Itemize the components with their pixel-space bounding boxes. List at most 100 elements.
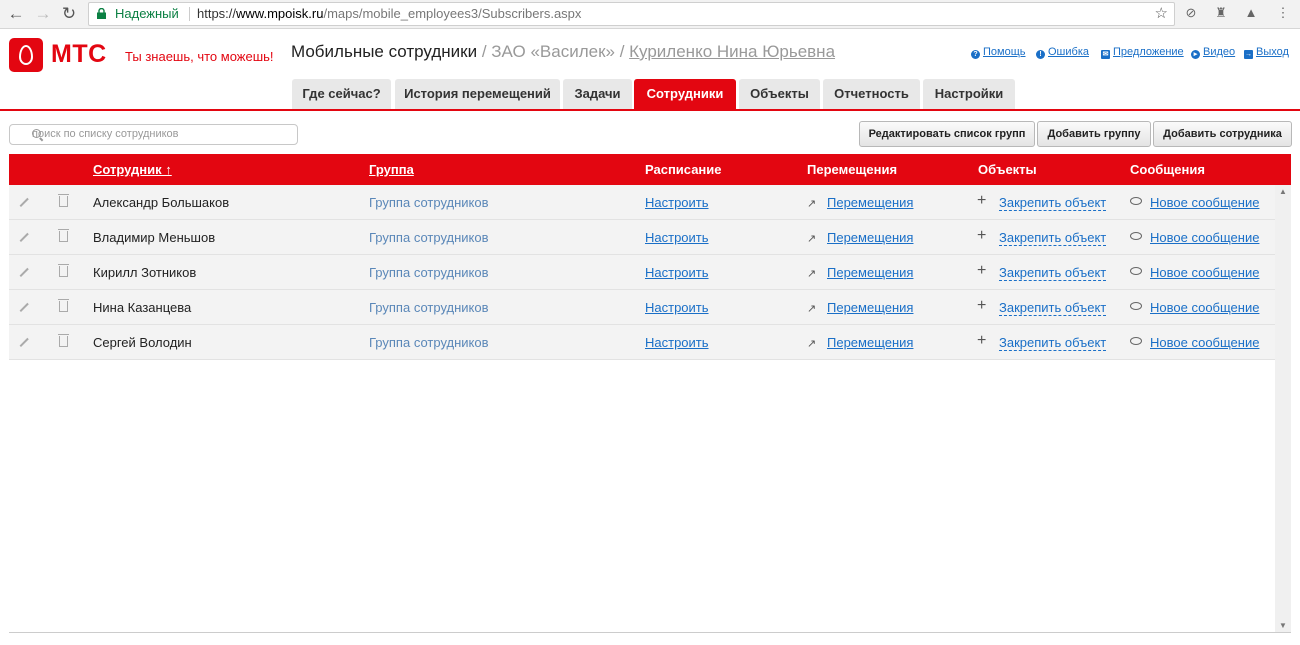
attach-object-link[interactable]: Закрепить объект <box>999 195 1107 211</box>
attach-object-link[interactable]: Закрепить объект <box>999 300 1107 316</box>
new-message-link[interactable]: Новое сообщение <box>1150 230 1259 245</box>
mts-logo-icon[interactable] <box>9 38 43 72</box>
plus-icon: + <box>977 332 987 349</box>
table-row: Кирилл Зотников Группа сотрудников Настр… <box>9 255 1275 290</box>
search-placeholder: поиск по списку сотрудников <box>32 128 179 140</box>
column-employee-sort[interactable]: Сотрудник ↑ <box>93 162 172 177</box>
url-scheme: https:// <box>197 6 237 21</box>
suggestion-link[interactable]: ✉ Предложение <box>1101 46 1184 59</box>
movements-link[interactable]: Перемещения <box>827 335 913 350</box>
edit-pencil-icon[interactable] <box>19 197 29 207</box>
schedule-link[interactable]: Настроить <box>645 300 709 315</box>
tab-where-now[interactable]: Где сейчас? <box>292 79 391 109</box>
tab-tasks[interactable]: Задачи <box>563 79 632 109</box>
delete-trash-icon[interactable] <box>58 229 69 242</box>
evernote-extension-icon[interactable]: ♜ <box>1214 6 1228 20</box>
help-link[interactable]: ? Помощь <box>971 46 1026 59</box>
employee-name: Сергей Володин <box>93 335 192 350</box>
delete-trash-icon[interactable] <box>58 299 69 312</box>
employee-name: Владимир Меньшов <box>93 230 216 245</box>
scroll-down-arrow-icon[interactable]: ▼ <box>1279 621 1287 630</box>
column-messages: Сообщения <box>1130 162 1205 177</box>
extension-mountain-icon[interactable]: ▲ <box>1244 6 1258 20</box>
attach-object-link[interactable]: Закрепить объект <box>999 265 1107 281</box>
add-group-button[interactable]: Добавить группу <box>1037 121 1151 147</box>
message-bubble-icon <box>1130 197 1142 205</box>
delete-trash-icon[interactable] <box>58 264 69 277</box>
employee-search-input[interactable]: поиск по списку сотрудников <box>9 124 298 145</box>
bookmark-star-icon[interactable]: ☆ <box>1155 3 1168 25</box>
route-icon: ↗ <box>807 233 817 245</box>
new-message-link[interactable]: Новое сообщение <box>1150 335 1259 350</box>
scroll-up-arrow-icon[interactable]: ▲ <box>1279 187 1287 196</box>
error-link[interactable]: ! Ошибка <box>1036 46 1089 59</box>
tab-objects[interactable]: Объекты <box>739 79 820 109</box>
back-arrow-icon[interactable]: ← <box>6 4 26 24</box>
schedule-link[interactable]: Настроить <box>645 230 709 245</box>
new-message-link[interactable]: Новое сообщение <box>1150 195 1259 210</box>
mts-egg-icon <box>19 45 33 65</box>
tab-reports[interactable]: Отчетность <box>823 79 920 109</box>
employee-group: Группа сотрудников <box>369 300 489 315</box>
employee-group: Группа сотрудников <box>369 265 489 280</box>
delete-trash-icon[interactable] <box>58 334 69 347</box>
logout-link[interactable]: → Выход <box>1244 46 1289 59</box>
message-bubble-icon <box>1130 232 1142 240</box>
url-host: www.mpoisk.ru <box>236 6 324 21</box>
plus-icon: + <box>977 227 987 244</box>
browser-menu-icon[interactable]: ⋮ <box>1276 6 1290 20</box>
user-name-link[interactable]: Куриленко Нина Юрьевна <box>629 42 835 61</box>
employee-name: Александр Большаков <box>93 195 230 210</box>
attach-object-link[interactable]: Закрепить объект <box>999 335 1107 351</box>
brand-name: МТС <box>51 40 107 68</box>
schedule-link[interactable]: Настроить <box>645 195 709 210</box>
table-row: Владимир Меньшов Группа сотрудников Наст… <box>9 220 1275 255</box>
tab-settings[interactable]: Настройки <box>923 79 1015 109</box>
edit-groups-button[interactable]: Редактировать список групп <box>859 121 1035 147</box>
new-message-link[interactable]: Новое сообщение <box>1150 300 1259 315</box>
column-schedule: Расписание <box>645 162 722 177</box>
column-group-sort[interactable]: Группа <box>369 162 414 177</box>
slogan: Ты знаешь, что можешь! <box>125 49 274 64</box>
tab-movement-history[interactable]: История перемещений <box>395 79 560 109</box>
schedule-link[interactable]: Настроить <box>645 335 709 350</box>
employee-name: Кирилл Зотников <box>93 265 197 280</box>
address-bar[interactable]: Надежный https://www.mpoisk.ru/maps/mobi… <box>88 2 1175 26</box>
edit-pencil-icon[interactable] <box>19 337 29 347</box>
envelope-icon: ✉ <box>1101 50 1110 59</box>
edit-pencil-icon[interactable] <box>19 302 29 312</box>
add-employee-button[interactable]: Добавить сотрудника <box>1153 121 1292 147</box>
secure-label: Надежный <box>115 6 179 21</box>
movements-link[interactable]: Перемещения <box>827 230 913 245</box>
tabs-divider <box>0 109 1300 111</box>
browser-toolbar: ← → ↻ Надежный https://www.mpoisk.ru/map… <box>0 0 1300 29</box>
schedule-link[interactable]: Настроить <box>645 265 709 280</box>
route-icon: ↗ <box>807 338 817 350</box>
reload-icon[interactable]: ↻ <box>59 4 79 24</box>
plus-icon: + <box>977 192 987 209</box>
movements-link[interactable]: Перемещения <box>827 300 913 315</box>
tab-employees[interactable]: Сотрудники <box>634 79 736 109</box>
employee-name: Нина Казанцева <box>93 300 192 315</box>
edit-pencil-icon[interactable] <box>19 267 29 277</box>
attach-object-link[interactable]: Закрепить объект <box>999 230 1107 246</box>
route-icon: ↗ <box>807 303 817 315</box>
table-row: Нина Казанцева Группа сотрудников Настро… <box>9 290 1275 325</box>
delete-trash-icon[interactable] <box>58 194 69 207</box>
new-message-link[interactable]: Новое сообщение <box>1150 265 1259 280</box>
route-icon: ↗ <box>807 198 817 210</box>
table-row: Сергей Володин Группа сотрудников Настро… <box>9 325 1275 360</box>
message-bubble-icon <box>1130 302 1142 310</box>
movements-link[interactable]: Перемещения <box>827 195 913 210</box>
logout-icon: → <box>1244 50 1253 59</box>
url-path: /maps/mobile_employees3/Subscribers.aspx <box>323 6 582 21</box>
grid-scrollbar[interactable]: ▲ ▼ <box>1275 185 1291 632</box>
plus-icon: + <box>977 262 987 279</box>
edit-pencil-icon[interactable] <box>19 232 29 242</box>
extension-icon[interactable]: ⊘ <box>1184 6 1198 20</box>
video-link[interactable]: ▸ Видео <box>1191 46 1235 59</box>
movements-link[interactable]: Перемещения <box>827 265 913 280</box>
plus-icon: + <box>977 297 987 314</box>
help-icon: ? <box>971 50 980 59</box>
forward-arrow-icon[interactable]: → <box>33 4 53 24</box>
